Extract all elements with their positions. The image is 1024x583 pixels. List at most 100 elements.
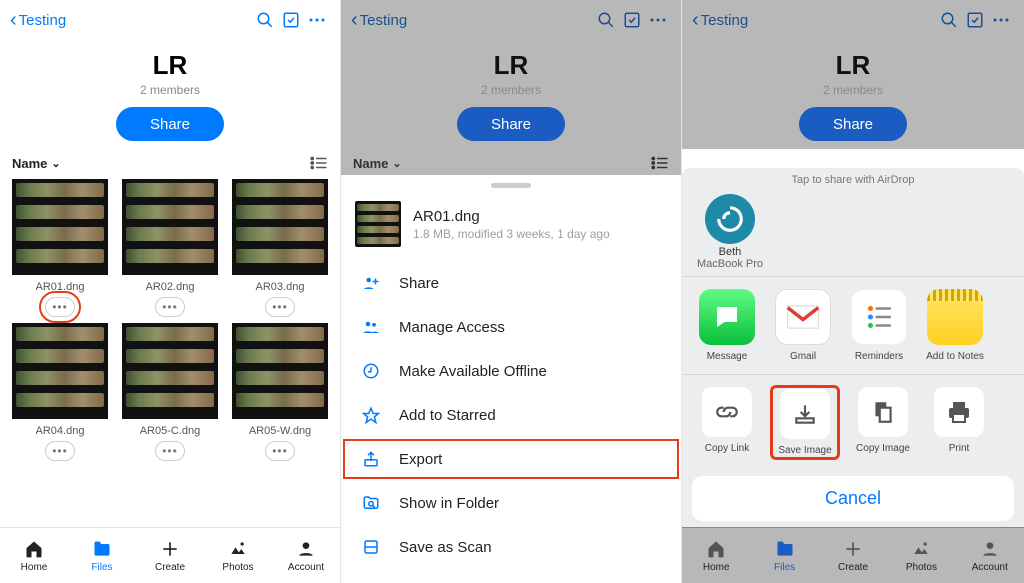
file-name: AR04.dng bbox=[12, 425, 108, 437]
op-print[interactable]: Print bbox=[928, 387, 990, 458]
chevron-left-icon: ‹ bbox=[692, 10, 699, 30]
menu-manage-access[interactable]: Manage Access bbox=[341, 305, 681, 349]
search-icon[interactable] bbox=[252, 11, 278, 29]
select-icon[interactable] bbox=[962, 11, 988, 29]
tab-files[interactable]: Files bbox=[68, 528, 136, 583]
photo-icon bbox=[911, 538, 931, 560]
file-cell[interactable]: AR01.dng ••• bbox=[12, 179, 108, 317]
cancel-button[interactable]: Cancel bbox=[692, 476, 1014, 521]
share-button[interactable]: Share bbox=[116, 107, 224, 141]
airdrop-device: MacBook Pro bbox=[694, 258, 766, 270]
file-name: AR05-W.dng bbox=[232, 425, 328, 437]
chevron-down-icon: ⌄ bbox=[392, 157, 401, 170]
select-icon[interactable] bbox=[619, 11, 645, 29]
file-menu: Share Manage Access Make Available Offli… bbox=[341, 257, 681, 573]
tab-account[interactable]: Account bbox=[956, 528, 1024, 583]
sort-button[interactable]: Name ⌄ bbox=[12, 156, 61, 171]
more-icon[interactable] bbox=[645, 17, 671, 23]
file-cell[interactable]: AR02.dng ••• bbox=[122, 179, 218, 317]
back-button[interactable]: ‹Testing bbox=[692, 10, 748, 30]
chevron-down-icon: ⌄ bbox=[51, 157, 60, 170]
menu-show-in-folder[interactable]: Show in Folder bbox=[341, 481, 681, 525]
file-cell[interactable]: AR05-C.dng ••• bbox=[122, 323, 218, 461]
menu-save-scan[interactable]: Save as Scan bbox=[341, 525, 681, 569]
file-more-button[interactable]: ••• bbox=[265, 297, 295, 317]
tab-home[interactable]: Home bbox=[0, 528, 68, 583]
folder-search-icon bbox=[361, 494, 381, 512]
file-thumb-small bbox=[355, 201, 401, 247]
airdrop-avatar bbox=[705, 194, 755, 244]
file-cell[interactable]: AR03.dng ••• bbox=[232, 179, 328, 317]
chevron-left-icon: ‹ bbox=[351, 10, 358, 30]
share-ops-row: Copy Link Save Image Copy Image Print bbox=[682, 375, 1024, 470]
app-notes[interactable]: Add to Notes bbox=[924, 289, 986, 362]
file-cell[interactable]: AR05-W.dng ••• bbox=[232, 323, 328, 461]
people-icon bbox=[361, 318, 381, 336]
share-button[interactable]: Share bbox=[457, 107, 565, 141]
tab-create[interactable]: Create bbox=[819, 528, 887, 583]
back-button[interactable]: ‹Testing bbox=[351, 10, 407, 30]
share-button[interactable]: Share bbox=[799, 107, 907, 141]
sort-button[interactable]: Name⌄ bbox=[353, 156, 402, 171]
op-copy-image[interactable]: Copy Image bbox=[852, 387, 914, 458]
file-more-button[interactable]: ••• bbox=[45, 441, 75, 461]
airdrop-target[interactable]: Beth MacBook Pro bbox=[694, 194, 766, 270]
reminders-icon bbox=[851, 289, 907, 345]
message-icon bbox=[699, 289, 755, 345]
pane-share-sheet: ‹Testing LR 2 members Share Tap to share… bbox=[682, 0, 1024, 583]
account-icon bbox=[980, 538, 1000, 560]
folder-subtitle: 2 members bbox=[341, 83, 681, 97]
more-icon[interactable] bbox=[304, 17, 330, 23]
list-view-icon[interactable] bbox=[651, 155, 669, 171]
tab-home[interactable]: Home bbox=[682, 528, 750, 583]
file-more-button[interactable]: ••• bbox=[155, 441, 185, 461]
app-gmail[interactable]: Gmail bbox=[772, 289, 834, 362]
folder-title: LR bbox=[341, 50, 681, 81]
tab-bar: Home Files Create Photos Account bbox=[682, 527, 1024, 583]
back-button[interactable]: ‹ Testing bbox=[10, 10, 66, 30]
file-thumb bbox=[122, 179, 218, 275]
home-icon bbox=[706, 538, 726, 560]
folder-subtitle: 2 members bbox=[0, 83, 340, 97]
tab-photos[interactable]: Photos bbox=[887, 528, 955, 583]
tab-photos[interactable]: Photos bbox=[204, 528, 272, 583]
tab-create[interactable]: Create bbox=[136, 528, 204, 583]
ios-share-sheet: Tap to share with AirDrop Beth MacBook P… bbox=[682, 168, 1024, 527]
more-icon[interactable] bbox=[988, 17, 1014, 23]
sheet-handle[interactable] bbox=[491, 183, 531, 188]
op-save-image[interactable]: Save Image bbox=[774, 389, 836, 456]
search-icon[interactable] bbox=[593, 11, 619, 29]
file-more-button[interactable]: ••• bbox=[155, 297, 185, 317]
op-copy-link[interactable]: Copy Link bbox=[696, 387, 758, 458]
plus-icon bbox=[843, 538, 863, 560]
list-view-icon[interactable] bbox=[310, 155, 328, 171]
file-cell[interactable]: AR04.dng ••• bbox=[12, 323, 108, 461]
file-thumb bbox=[12, 323, 108, 419]
tab-files[interactable]: Files bbox=[750, 528, 818, 583]
gmail-icon bbox=[775, 289, 831, 345]
folder-header: LR 2 members Share bbox=[341, 40, 681, 149]
menu-offline[interactable]: Make Available Offline bbox=[341, 349, 681, 393]
account-icon bbox=[296, 538, 316, 560]
search-icon[interactable] bbox=[936, 11, 962, 29]
folder-header: LR 2 members Share bbox=[0, 40, 340, 149]
file-name: AR01.dng bbox=[413, 208, 610, 225]
select-icon[interactable] bbox=[278, 11, 304, 29]
menu-starred[interactable]: Add to Starred bbox=[341, 393, 681, 437]
app-message[interactable]: Message bbox=[696, 289, 758, 362]
file-more-button[interactable]: ••• bbox=[265, 441, 295, 461]
file-name: AR02.dng bbox=[122, 281, 218, 293]
file-name: AR05-C.dng bbox=[122, 425, 218, 437]
nav-bar: ‹ Testing bbox=[0, 0, 340, 40]
nav-bar: ‹Testing bbox=[682, 0, 1024, 40]
menu-share[interactable]: Share bbox=[341, 261, 681, 305]
airdrop-name: Beth bbox=[694, 246, 766, 258]
tab-account[interactable]: Account bbox=[272, 528, 340, 583]
menu-export[interactable]: Export bbox=[341, 437, 681, 481]
copy-icon bbox=[858, 387, 908, 437]
file-more-button[interactable]: ••• bbox=[45, 297, 75, 317]
app-reminders[interactable]: Reminders bbox=[848, 289, 910, 362]
share-apps-row: Message Gmail Reminders Add to Notes bbox=[682, 277, 1024, 375]
photo-icon bbox=[228, 538, 248, 560]
file-name: AR01.dng bbox=[12, 281, 108, 293]
